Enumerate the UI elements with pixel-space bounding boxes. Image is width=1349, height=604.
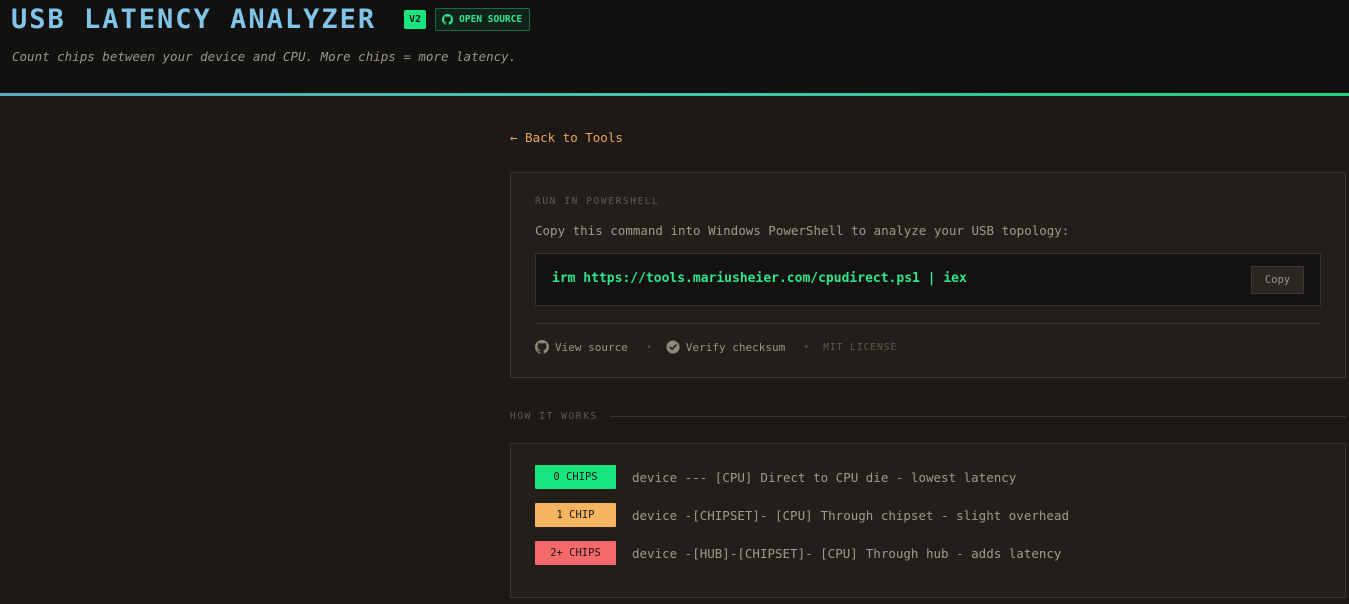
command-box: irm https://tools.mariusheier.com/cpudir… (535, 253, 1321, 306)
chip-note-0: Direct to CPU die - lowest latency (760, 469, 1017, 485)
chip-note-1: Through chipset - slight overhead (820, 507, 1069, 523)
powershell-command[interactable]: irm https://tools.mariusheier.com/cpudir… (552, 271, 967, 286)
chip-row-0: 0 CHIPS device --- [CPU] Direct to CPU d… (535, 465, 1016, 489)
check-circle-icon (666, 340, 680, 354)
separator-dot: • (803, 341, 810, 353)
how-it-works-card: 0 CHIPS device --- [CPU] Direct to CPU d… (510, 443, 1346, 598)
chip-row-1: 1 CHIP device -[CHIPSET]- [CPU] Through … (535, 503, 1069, 527)
view-source-link[interactable]: View source (535, 340, 628, 354)
separator-dot: • (645, 341, 652, 353)
header-gradient-rule (0, 93, 1349, 96)
page-subtitle: Count chips between your device and CPU.… (12, 49, 517, 64)
license-label: MIT LICENSE (823, 341, 898, 353)
github-icon (535, 340, 549, 354)
open-source-badge[interactable]: OPEN SOURCE (435, 8, 531, 31)
open-source-label: OPEN SOURCE (459, 14, 523, 25)
run-description: Copy this command into Windows PowerShel… (535, 223, 1070, 238)
title-row: USB LATENCY ANALYZER V2 OPEN SOURCE (11, 4, 531, 35)
view-source-label: View source (555, 340, 628, 354)
version-badge: V2 (404, 10, 427, 29)
run-section-label: RUN IN POWERSHELL (535, 196, 660, 207)
how-section-label: HOW IT WORKS (510, 411, 598, 422)
page-header: USB LATENCY ANALYZER V2 OPEN SOURCE Coun… (0, 0, 1349, 93)
chip-diagram-0: device --- [CPU] (632, 469, 753, 485)
chip-badge-2: 2+ CHIPS (535, 541, 616, 565)
card-divider (535, 323, 1321, 324)
back-to-tools-link[interactable]: ← Back to Tools (510, 130, 623, 145)
github-icon (442, 14, 454, 25)
chip-row-2: 2+ CHIPS device -[HUB]-[CHIPSET]- [CPU] … (535, 541, 1061, 565)
chip-diagram-1: device -[CHIPSET]- [CPU] (632, 507, 813, 523)
how-it-works-heading: HOW IT WORKS (510, 411, 1346, 422)
chip-badge-1: 1 CHIP (535, 503, 616, 527)
verify-checksum-link[interactable]: Verify checksum (666, 340, 785, 354)
source-links-row: View source • Verify checksum • MIT LICE… (535, 340, 897, 354)
page-title: USB LATENCY ANALYZER (11, 4, 377, 35)
verify-checksum-label: Verify checksum (685, 340, 786, 354)
chip-badge-0: 0 CHIPS (535, 465, 616, 489)
chip-note-2: Through hub - adds latency (865, 545, 1062, 561)
run-command-card: RUN IN POWERSHELL Copy this command into… (510, 172, 1346, 378)
heading-rule (609, 416, 1346, 417)
chip-diagram-2: device -[HUB]-[CHIPSET]- [CPU] (632, 545, 858, 561)
copy-button[interactable]: Copy (1251, 266, 1304, 294)
